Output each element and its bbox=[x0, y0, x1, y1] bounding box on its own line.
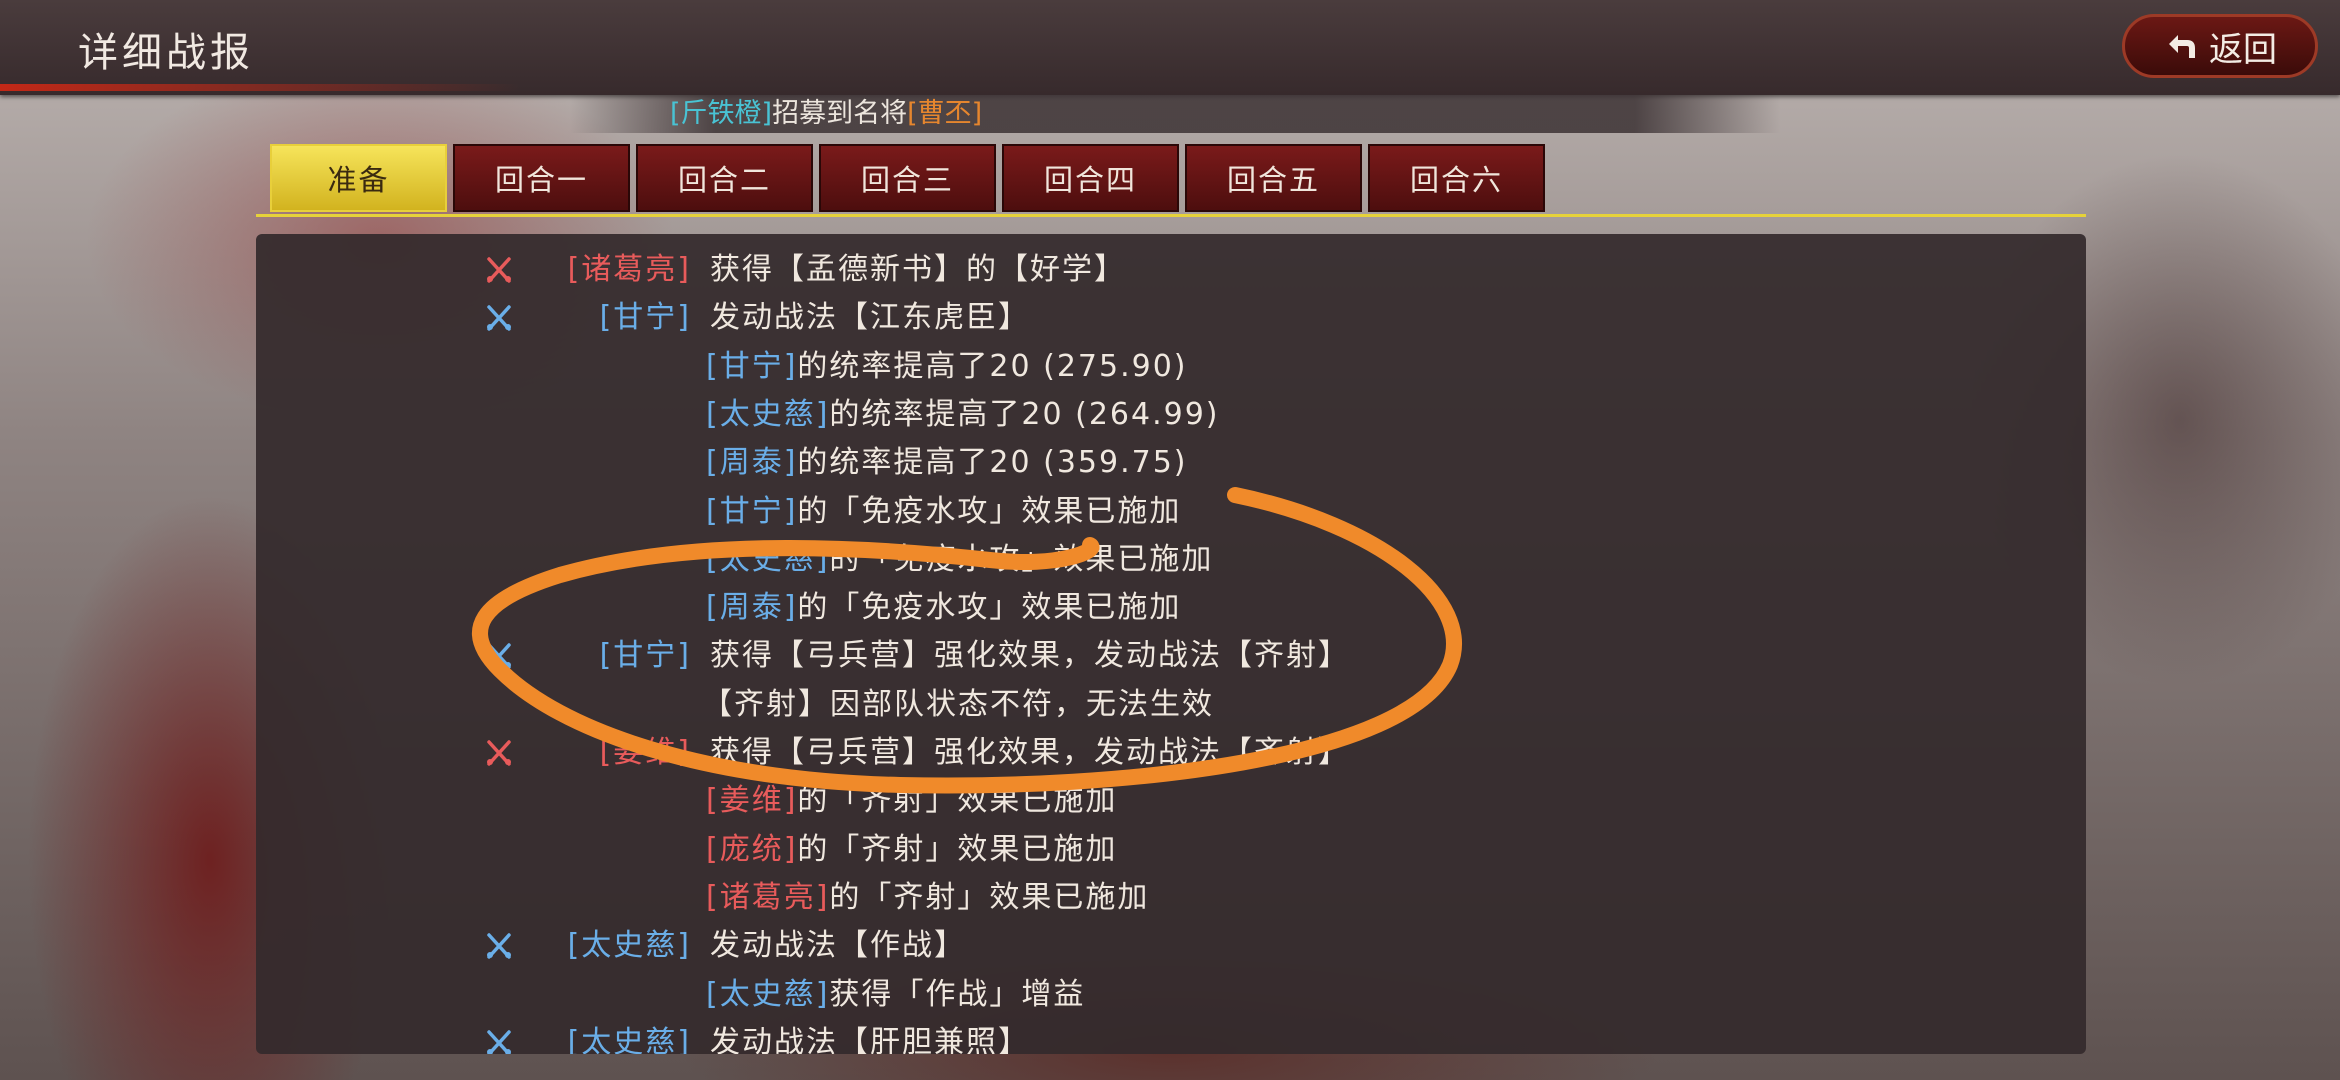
blue-army-icon bbox=[487, 305, 511, 331]
tab-round-2[interactable]: 回合二 bbox=[636, 144, 813, 212]
general-name: [太史慈] bbox=[567, 928, 691, 963]
tab-round-3[interactable]: 回合三 bbox=[819, 144, 996, 212]
tab-round-1[interactable]: 回合一 bbox=[453, 144, 630, 212]
log-line: [太史慈] 发动战法【肝胆兼照】 bbox=[256, 1021, 2086, 1054]
log-line: [周泰]的统率提高了20 (359.75) bbox=[256, 441, 2086, 485]
log-line: [太史慈] 发动战法【作战】 bbox=[256, 924, 2086, 968]
log-text: 的「免疫水攻」效果已施加 bbox=[797, 494, 1182, 529]
log-line: [甘宁]的「免疫水攻」效果已施加 bbox=[256, 490, 2086, 534]
log-line: [甘宁]的统率提高了20 (275.90) bbox=[256, 345, 2086, 389]
battle-log-panel[interactable]: [诸葛亮] 获得【孟德新书】的【好学】 [甘宁] 发动战法【江东虎臣】 [甘宁]的统率提… bbox=[256, 234, 2086, 1054]
top-bar: 详细战报 返回 bbox=[0, 0, 2340, 95]
log-line: [姜维] 获得【弓兵营】强化效果，发动战法【齐射】 bbox=[256, 731, 2086, 775]
back-label: 返回 bbox=[2209, 29, 2277, 70]
general-name: [诸葛亮] bbox=[567, 252, 691, 287]
tab-prepare[interactable]: 准备 bbox=[270, 144, 447, 212]
return-arrow-icon bbox=[2169, 35, 2195, 58]
general-name: [周泰] bbox=[706, 445, 798, 480]
log-line: [庞统]的「齐射」效果已施加 bbox=[256, 828, 2086, 872]
back-button[interactable]: 返回 bbox=[2122, 14, 2318, 78]
red-army-icon bbox=[487, 740, 511, 766]
log-line: [甘宁] 发动战法【江东虎臣】 bbox=[256, 296, 2086, 340]
log-text: 的「免疫水攻」效果已施加 bbox=[829, 542, 1214, 577]
log-line: [甘宁] 获得【弓兵营】强化效果，发动战法【齐射】 bbox=[256, 634, 2086, 678]
log-line: 【齐射】因部队状态不符，无法生效 bbox=[256, 683, 2086, 727]
general-name: [太史慈] bbox=[706, 397, 830, 432]
marquee-message: 招募到名将 bbox=[772, 98, 908, 129]
tab-round-6[interactable]: 回合六 bbox=[1368, 144, 1545, 212]
log-line: [太史慈]获得「作战」增益 bbox=[256, 973, 2086, 1017]
marquee-general: [曹丕] bbox=[907, 98, 983, 129]
log-text: 的统率提高了20 (275.90) bbox=[797, 349, 1188, 384]
log-line: [太史慈]的统率提高了20 (264.99) bbox=[256, 393, 2086, 437]
round-tabs: 准备 回合一 回合二 回合三 回合四 回合五 回合六 bbox=[270, 144, 1545, 214]
announcement-marquee: [斤铁橙]招募到名将[曹丕] bbox=[570, 95, 1780, 133]
log-text: 的统率提高了20 (359.75) bbox=[797, 445, 1188, 480]
general-name: [姜维] bbox=[599, 735, 691, 770]
log-text: 【齐射】因部队状态不符，无法生效 bbox=[702, 687, 1214, 722]
blue-army-icon bbox=[487, 933, 511, 959]
log-text: 发动战法【作战】 bbox=[710, 928, 966, 963]
log-line: [姜维]的「齐射」效果已施加 bbox=[256, 779, 2086, 823]
log-text: 获得【弓兵营】强化效果，发动战法【齐射】 bbox=[710, 735, 1350, 770]
marquee-player: [斤铁橙] bbox=[670, 98, 773, 129]
log-text: 的统率提高了20 (264.99) bbox=[829, 397, 1220, 432]
general-name: [诸葛亮] bbox=[706, 880, 830, 915]
general-name: [甘宁] bbox=[599, 638, 691, 673]
page-title: 详细战报 bbox=[78, 30, 254, 76]
general-name: [太史慈] bbox=[706, 977, 830, 1012]
title-underline bbox=[0, 84, 520, 91]
log-text: 的「齐射」效果已施加 bbox=[829, 880, 1150, 915]
log-text: 获得「作战」增益 bbox=[829, 977, 1086, 1012]
general-name: [姜维] bbox=[706, 783, 798, 818]
log-text: 获得【孟德新书】的【好学】 bbox=[710, 252, 1126, 287]
general-name: [太史慈] bbox=[706, 542, 830, 577]
log-line: [诸葛亮] 获得【孟德新书】的【好学】 bbox=[256, 248, 2086, 292]
general-name: [甘宁] bbox=[706, 494, 798, 529]
log-line: [太史慈]的「免疫水攻」效果已施加 bbox=[256, 538, 2086, 582]
log-text: 的「齐射」效果已施加 bbox=[797, 783, 1118, 818]
log-text: 获得【弓兵营】强化效果，发动战法【齐射】 bbox=[710, 638, 1350, 673]
log-line: [周泰]的「免疫水攻」效果已施加 bbox=[256, 586, 2086, 630]
blue-army-icon bbox=[487, 1030, 511, 1054]
log-text: 的「免疫水攻」效果已施加 bbox=[797, 590, 1182, 625]
blue-army-icon bbox=[487, 643, 511, 669]
general-name: [庞统] bbox=[706, 832, 798, 867]
tab-round-5[interactable]: 回合五 bbox=[1185, 144, 1362, 212]
general-name: [甘宁] bbox=[706, 349, 798, 384]
tab-divider bbox=[256, 214, 2086, 217]
general-name: [太史慈] bbox=[567, 1025, 691, 1054]
red-army-icon bbox=[487, 257, 511, 283]
general-name: [周泰] bbox=[706, 590, 798, 625]
log-text: 发动战法【肝胆兼照】 bbox=[710, 1025, 1030, 1054]
log-line: [诸葛亮]的「齐射」效果已施加 bbox=[256, 876, 2086, 920]
general-name: [甘宁] bbox=[599, 300, 691, 335]
log-text: 发动战法【江东虎臣】 bbox=[710, 300, 1030, 335]
tab-round-4[interactable]: 回合四 bbox=[1002, 144, 1179, 212]
log-text: 的「齐射」效果已施加 bbox=[797, 832, 1118, 867]
